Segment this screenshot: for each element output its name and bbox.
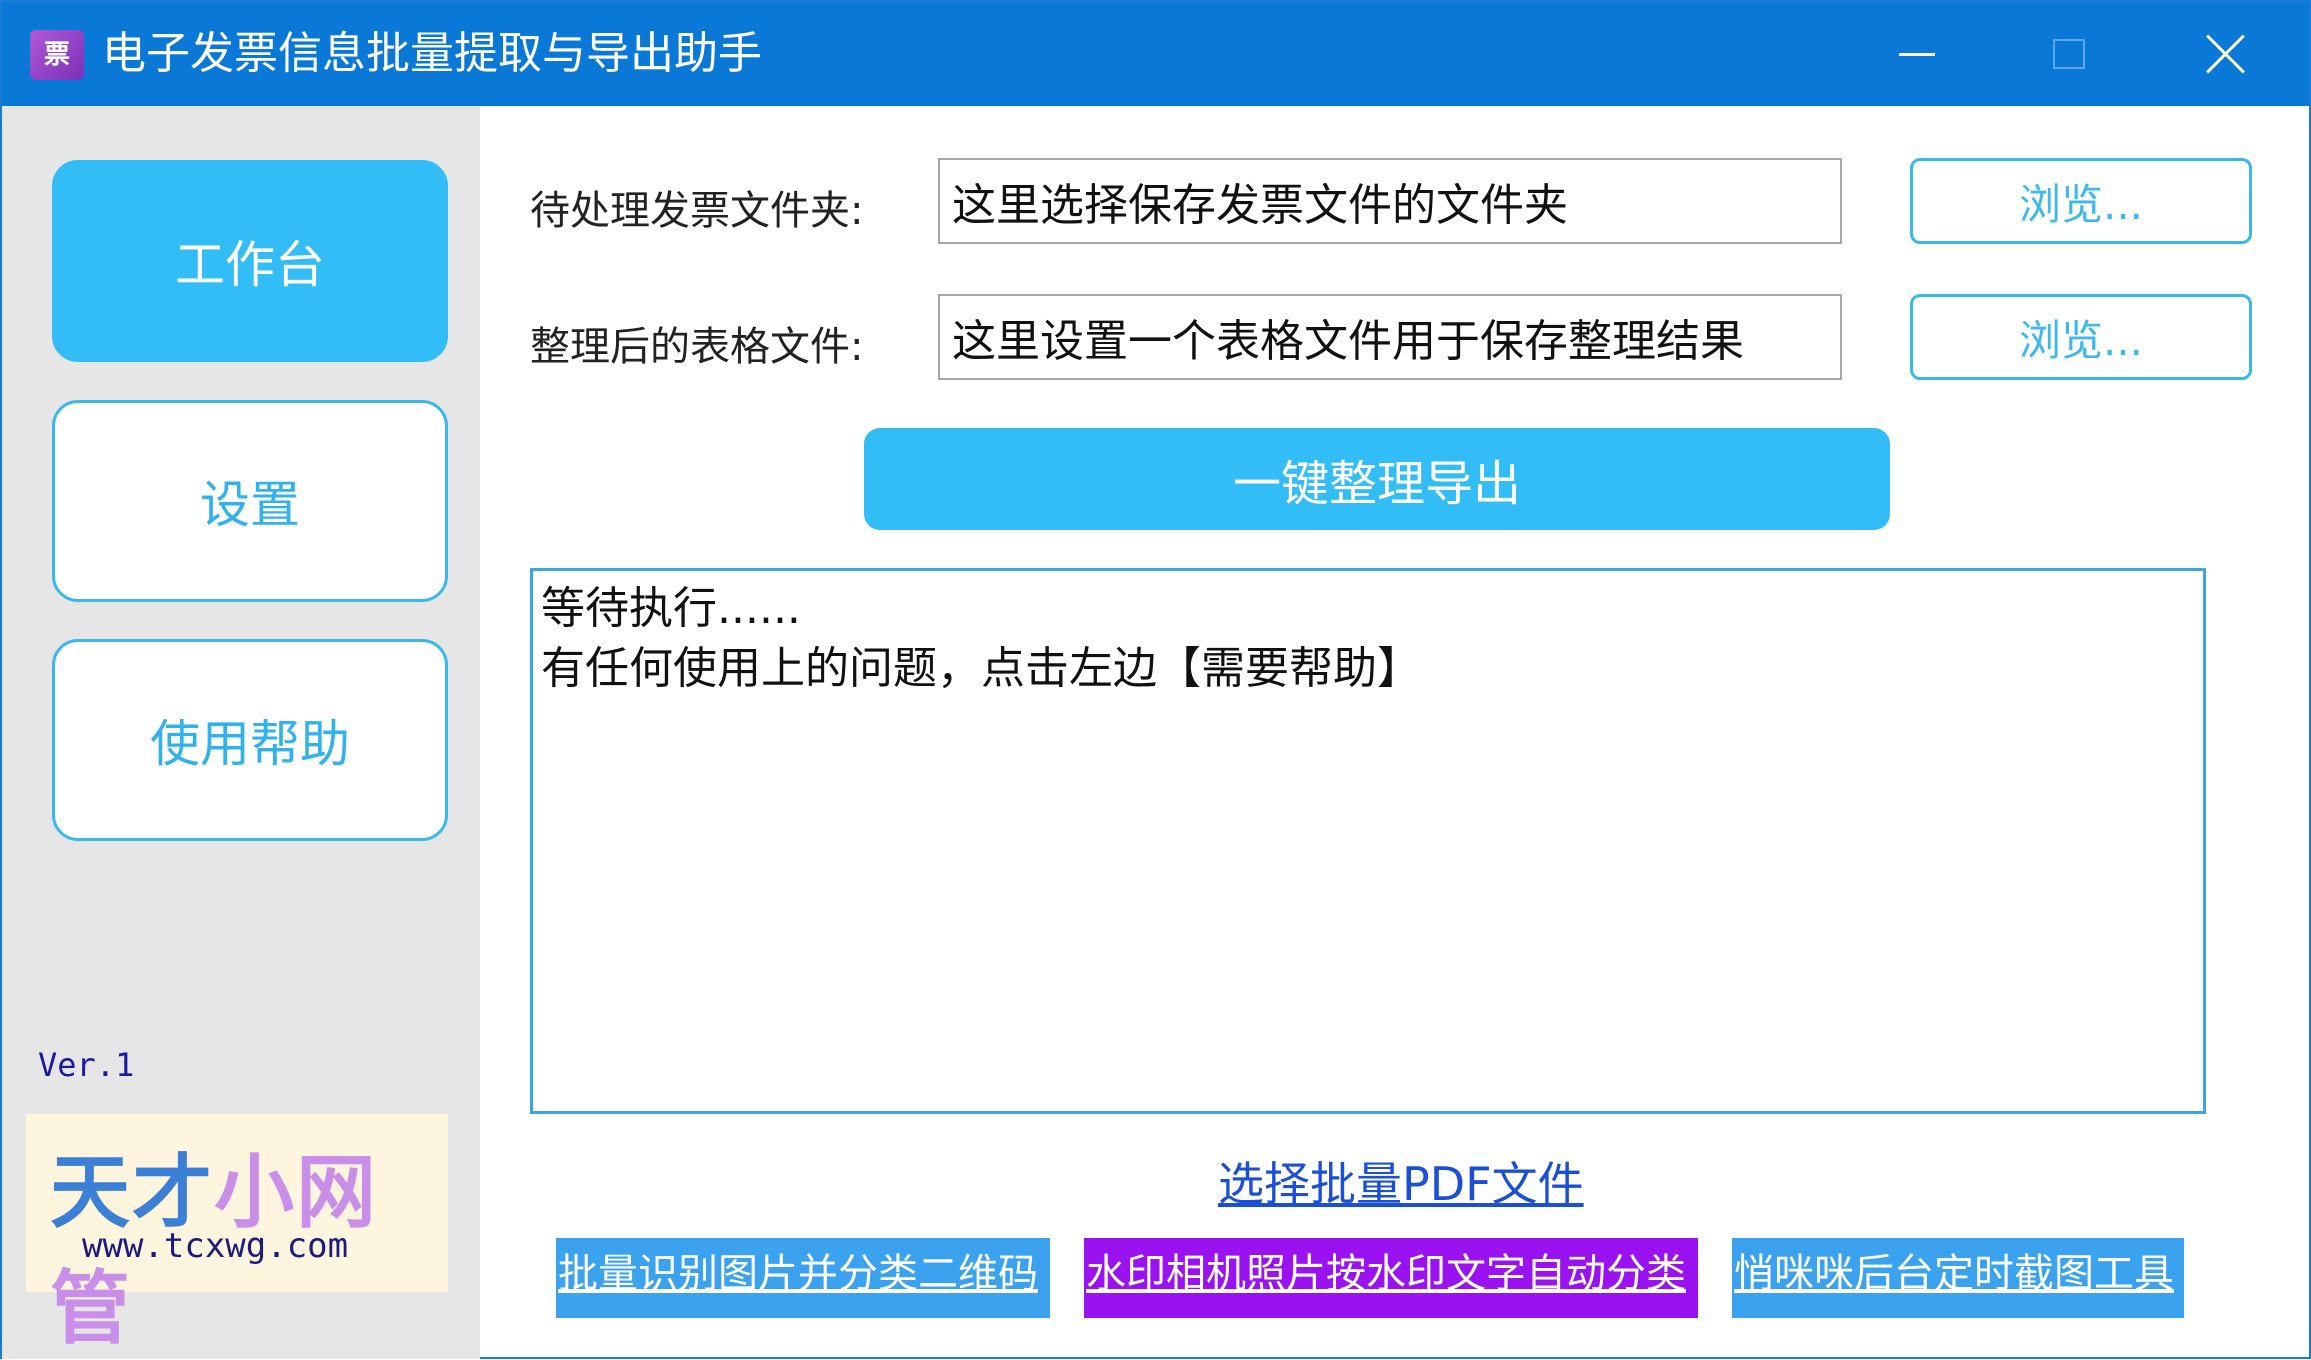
- sidebar: 工作台 设置 使用帮助 Ver.1 天才小网管 www.tcxwg.com: [2, 106, 480, 1359]
- title-bar[interactable]: 票 电子发票信息批量提取与导出助手: [2, 2, 2309, 106]
- export-button[interactable]: 一键整理导出: [864, 428, 1890, 530]
- select-pdf-link[interactable]: 选择批量PDF文件: [1218, 1148, 1584, 1214]
- watermark-classify-link[interactable]: 水印相机照片按水印文字自动分类: [1084, 1238, 1698, 1318]
- log-line: 有任何使用上的问题，点击左边【需要帮助】: [541, 643, 1421, 694]
- maximize-button: [1994, 2, 2144, 106]
- app-icon: 票: [30, 30, 84, 80]
- browse-table-button[interactable]: 浏览...: [1910, 294, 2252, 380]
- logo-url: www.tcxwg.com: [82, 1226, 349, 1266]
- close-button[interactable]: [2150, 2, 2300, 106]
- folder-input[interactable]: [938, 158, 1842, 244]
- folder-label: 待处理发票文件夹:: [530, 188, 864, 234]
- minimize-icon: [1899, 52, 1935, 56]
- qr-classify-link[interactable]: 批量识别图片并分类二维码: [556, 1238, 1050, 1318]
- app-window: 票 电子发票信息批量提取与导出助手 工作台 设置 使用帮助 Ver.1 天才小网…: [0, 0, 2311, 1359]
- table-file-label: 整理后的表格文件:: [530, 324, 864, 370]
- sidebar-item-help[interactable]: 使用帮助: [52, 639, 448, 841]
- version-label: Ver.1: [38, 1046, 135, 1084]
- browse-folder-button[interactable]: 浏览...: [1910, 158, 2252, 244]
- logo-title-part1: 天才: [50, 1148, 214, 1237]
- log-output[interactable]: 等待执行...... 有任何使用上的问题，点击左边【需要帮助】: [530, 568, 2206, 1114]
- sidebar-item-settings[interactable]: 设置: [52, 400, 448, 602]
- screenshot-tool-link[interactable]: 悄咪咪后台定时截图工具: [1732, 1238, 2184, 1318]
- maximize-icon: [2053, 39, 2085, 69]
- window-title: 电子发票信息批量提取与导出助手: [102, 28, 762, 79]
- minimize-button[interactable]: [1842, 2, 1992, 106]
- brand-logo[interactable]: 天才小网管 www.tcxwg.com: [26, 1114, 448, 1353]
- log-line: 等待执行......: [541, 583, 801, 634]
- sidebar-item-workbench[interactable]: 工作台: [52, 160, 448, 362]
- table-file-input[interactable]: [938, 294, 1842, 380]
- close-icon: [2205, 34, 2245, 74]
